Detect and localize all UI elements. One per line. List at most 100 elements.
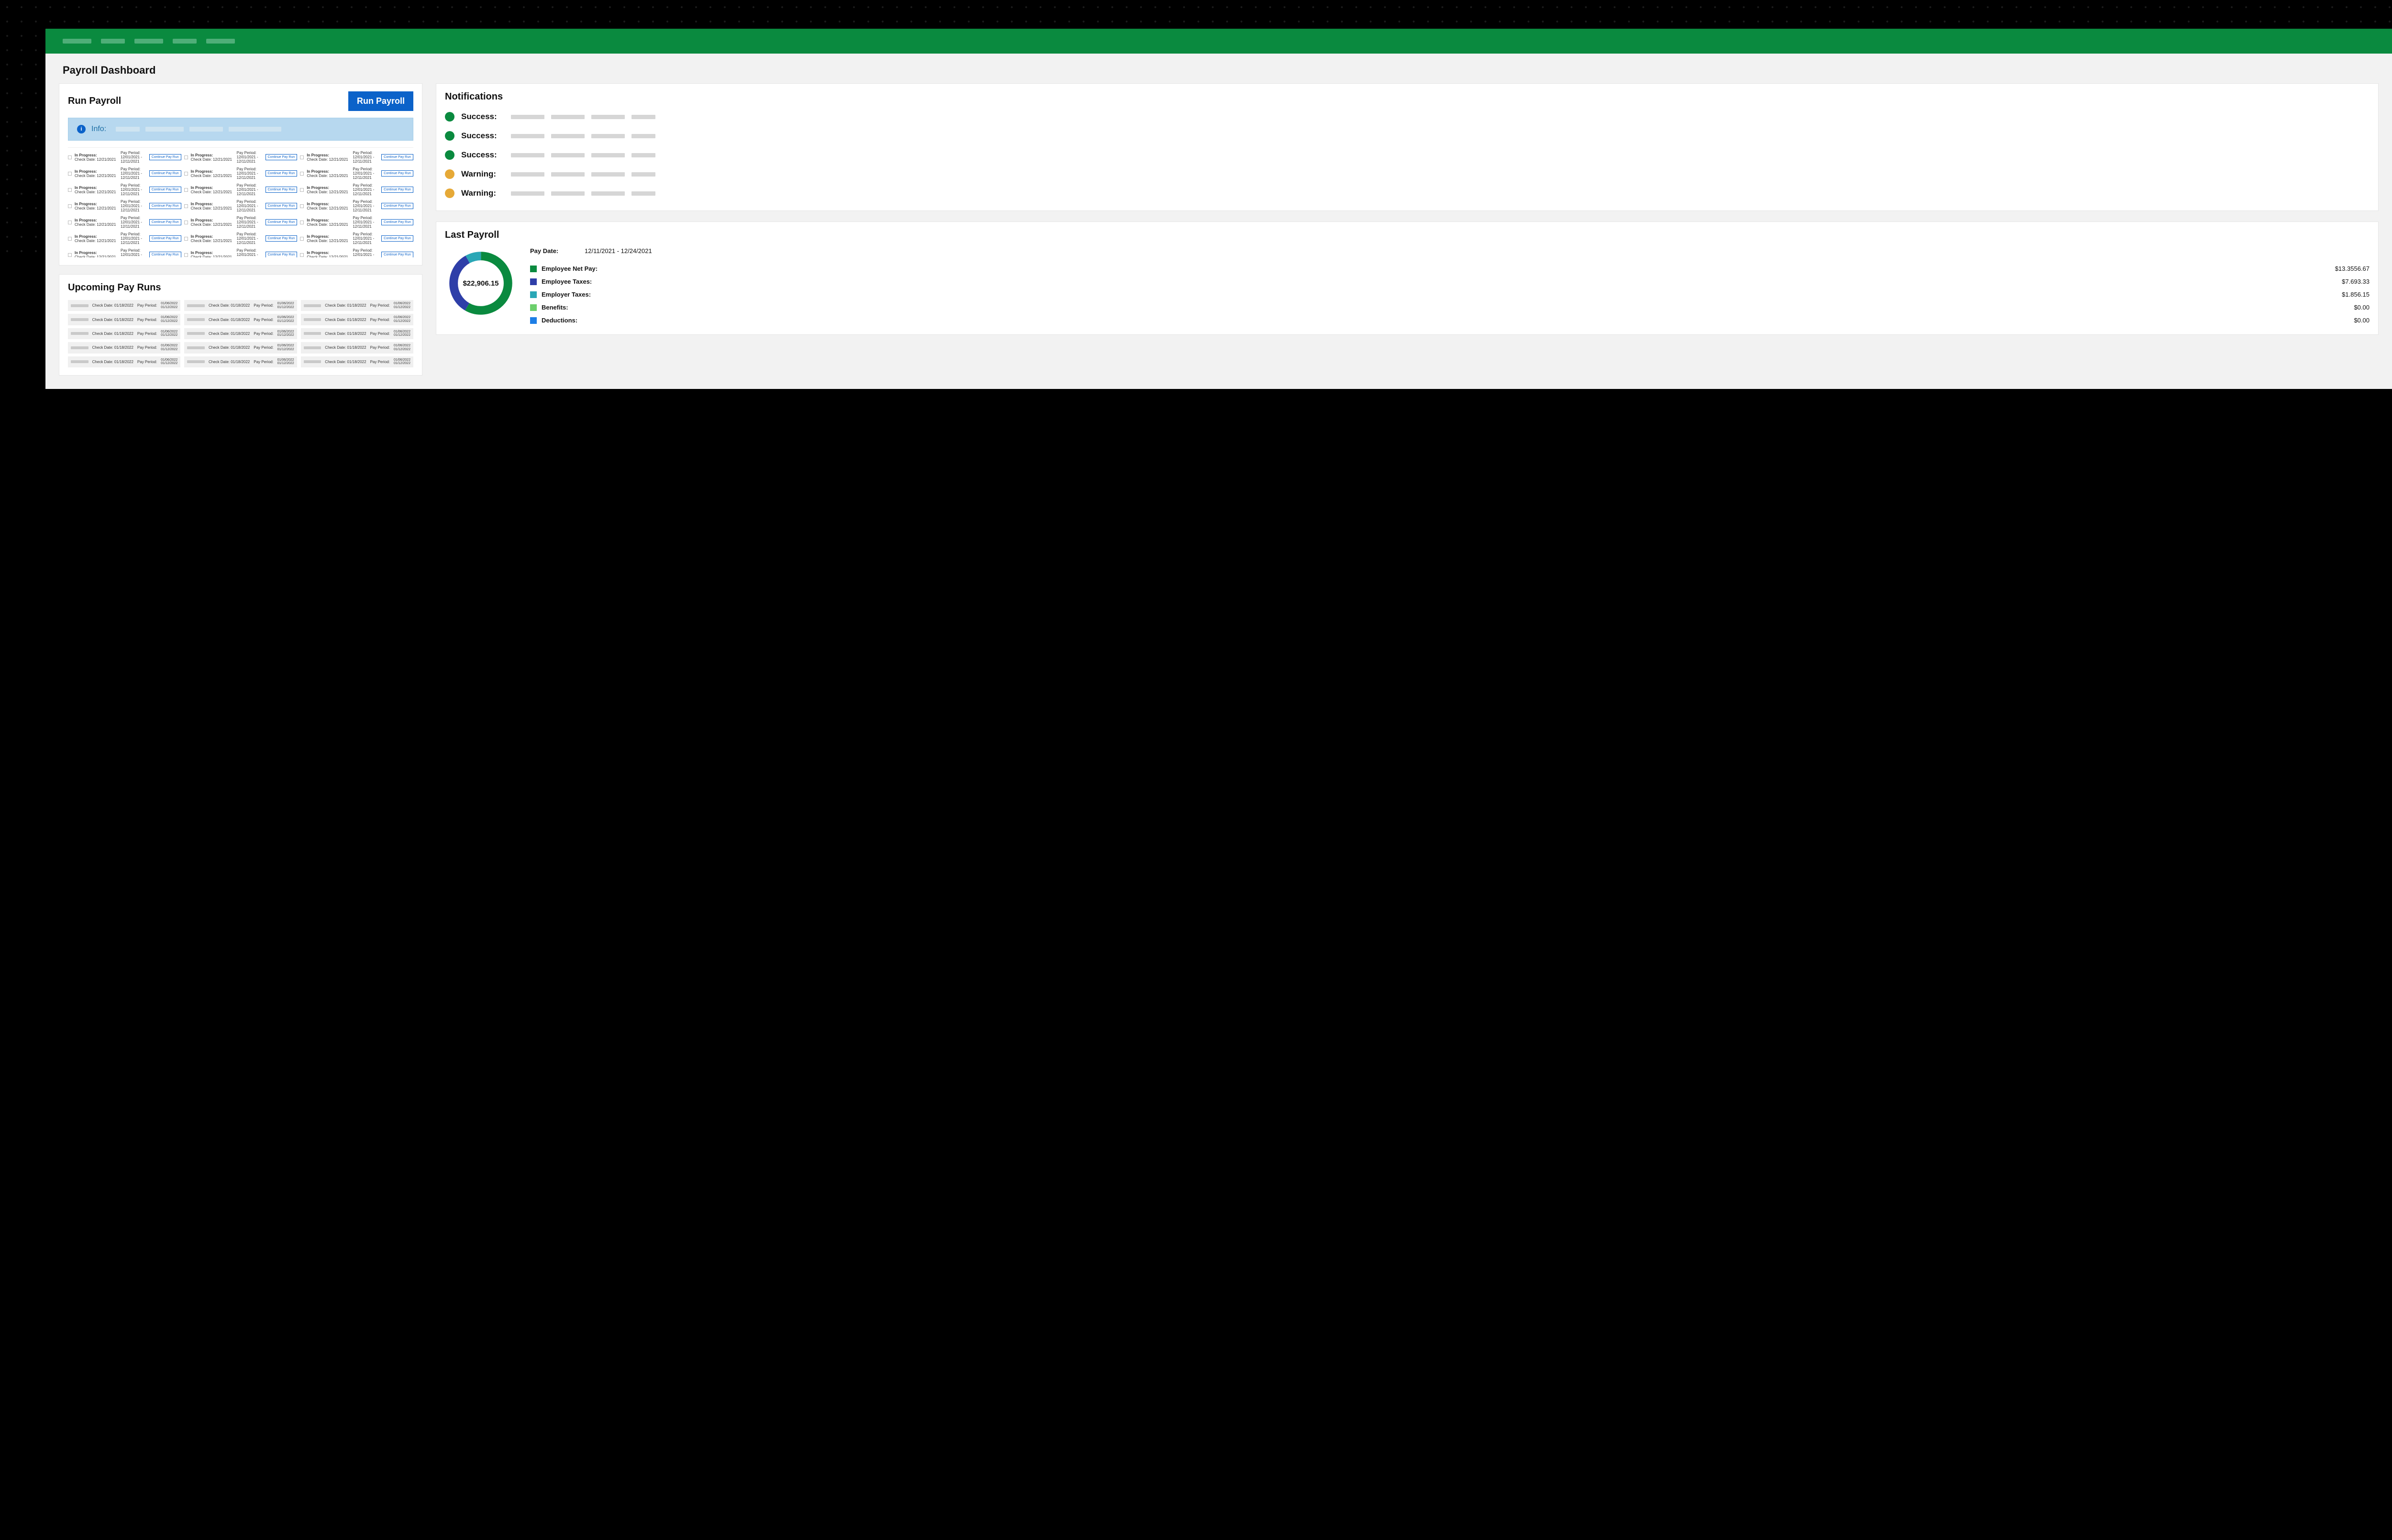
in-progress-row: In Progress:Check Date: 12/21/2021Pay Pe… (300, 231, 413, 246)
continue-pay-run-button[interactable]: Continue Pay Run (149, 235, 181, 242)
continue-pay-run-button[interactable]: Continue Pay Run (381, 235, 413, 242)
stub (71, 332, 89, 335)
checkbox[interactable] (300, 221, 304, 224)
legend-swatch (530, 278, 537, 285)
in-progress-row: In Progress:Check Date: 12/21/2021Pay Pe… (68, 182, 181, 197)
checkbox[interactable] (68, 204, 72, 208)
upcoming-row[interactable]: Check Date: 01/18/2022Pay Period:01/06/2… (301, 356, 413, 367)
upcoming-row[interactable]: Check Date: 01/18/2022Pay Period:01/06/2… (68, 314, 180, 325)
legend-value: $0.00 (2326, 317, 2370, 324)
upcoming-row[interactable]: Check Date: 01/18/2022Pay Period:01/06/2… (301, 314, 413, 325)
continue-pay-run-button[interactable]: Continue Pay Run (266, 219, 298, 225)
continue-pay-run-button[interactable]: Continue Pay Run (381, 203, 413, 209)
upcoming-row[interactable]: Check Date: 01/18/2022Pay Period:01/06/2… (68, 342, 180, 353)
pay-period-label: Pay Period: (254, 318, 273, 322)
checkbox[interactable] (184, 237, 188, 241)
continue-pay-run-button[interactable]: Continue Pay Run (149, 154, 181, 160)
notification-row[interactable]: Success: (445, 107, 2370, 126)
upcoming-row[interactable]: Check Date: 01/18/2022Pay Period:01/06/2… (184, 300, 297, 311)
notification-row[interactable]: Success: (445, 145, 2370, 165)
legend-name: Benefits: (542, 304, 2322, 311)
pay-period-dates: 01/06/202201/12/2022 (161, 344, 177, 351)
status-text: In Progress:Check Date: 12/21/2021 (191, 202, 234, 211)
status-text: In Progress:Check Date: 12/21/2021 (191, 169, 234, 178)
checkbox[interactable] (300, 172, 304, 176)
nav-item[interactable] (173, 39, 197, 44)
notification-row[interactable]: Warning: (445, 184, 2370, 203)
checkbox[interactable] (184, 221, 188, 224)
checkbox[interactable] (68, 172, 72, 176)
checkbox[interactable] (184, 155, 188, 159)
checkbox[interactable] (68, 237, 72, 241)
in-progress-row: In Progress:Check Date: 12/21/2021Pay Pe… (68, 247, 181, 257)
checkbox[interactable] (68, 188, 72, 192)
pay-period-text: Pay Period: 12/01/2021 - 12/11/2021 (121, 216, 146, 229)
stub (304, 332, 321, 335)
continue-pay-run-button[interactable]: Continue Pay Run (381, 187, 413, 193)
upcoming-row[interactable]: Check Date: 01/18/2022Pay Period:01/06/2… (68, 328, 180, 339)
in-progress-row: In Progress:Check Date: 12/21/2021Pay Pe… (300, 215, 413, 230)
checkbox[interactable] (300, 253, 304, 257)
continue-pay-run-button[interactable]: Continue Pay Run (266, 170, 298, 177)
upcoming-row[interactable]: Check Date: 01/18/2022Pay Period:01/06/2… (301, 300, 413, 311)
upcoming-row[interactable]: Check Date: 01/18/2022Pay Period:01/06/2… (301, 342, 413, 353)
pay-period-label: Pay Period: (137, 345, 157, 350)
continue-pay-run-button[interactable]: Continue Pay Run (266, 252, 298, 257)
pay-period-text: Pay Period: 12/01/2021 - 12/11/2021 (237, 167, 263, 180)
checkbox[interactable] (300, 237, 304, 241)
upcoming-row[interactable]: Check Date: 01/18/2022Pay Period:01/06/2… (184, 342, 297, 353)
checkbox[interactable] (184, 204, 188, 208)
upcoming-row[interactable]: Check Date: 01/18/2022Pay Period:01/06/2… (301, 328, 413, 339)
checkbox[interactable] (68, 253, 72, 257)
run-payroll-button[interactable]: Run Payroll (348, 91, 413, 111)
continue-pay-run-button[interactable]: Continue Pay Run (149, 219, 181, 225)
upcoming-row[interactable]: Check Date: 01/18/2022Pay Period:01/06/2… (68, 356, 180, 367)
continue-pay-run-button[interactable]: Continue Pay Run (149, 170, 181, 177)
notification-row[interactable]: Warning: (445, 165, 2370, 184)
nav-item[interactable] (101, 39, 125, 44)
continue-pay-run-button[interactable]: Continue Pay Run (266, 154, 298, 160)
pay-period-label: Pay Period: (137, 318, 157, 322)
content: Run Payroll Run Payroll i Info: In Progr… (45, 83, 2392, 389)
pay-period-text: Pay Period: 12/01/2021 - 12/11/2021 (121, 199, 146, 212)
checkbox[interactable] (68, 155, 72, 159)
continue-pay-run-button[interactable]: Continue Pay Run (149, 203, 181, 209)
status-text: In Progress:Check Date: 12/21/2021 (75, 153, 118, 162)
continue-pay-run-button[interactable]: Continue Pay Run (266, 235, 298, 242)
checkbox[interactable] (184, 188, 188, 192)
nav-item[interactable] (134, 39, 163, 44)
continue-pay-run-button[interactable]: Continue Pay Run (381, 219, 413, 225)
pay-period-dates: 01/06/202201/12/2022 (161, 358, 177, 366)
status-text: In Progress:Check Date: 12/21/2021 (75, 186, 118, 194)
in-progress-row: In Progress:Check Date: 12/21/2021Pay Pe… (184, 199, 298, 213)
continue-pay-run-button[interactable]: Continue Pay Run (266, 203, 298, 209)
continue-pay-run-button[interactable]: Continue Pay Run (381, 154, 413, 160)
continue-pay-run-button[interactable]: Continue Pay Run (266, 187, 298, 193)
legend-name: Employee Taxes: (542, 278, 2322, 285)
upcoming-row[interactable]: Check Date: 01/18/2022Pay Period:01/06/2… (184, 314, 297, 325)
continue-pay-run-button[interactable]: Continue Pay Run (149, 252, 181, 257)
continue-pay-run-button[interactable]: Continue Pay Run (381, 170, 413, 177)
upcoming-row[interactable]: Check Date: 01/18/2022Pay Period:01/06/2… (68, 300, 180, 311)
notification-row[interactable]: Success: (445, 126, 2370, 145)
checkbox[interactable] (184, 172, 188, 176)
nav-item[interactable] (63, 39, 91, 44)
checkbox[interactable] (184, 253, 188, 257)
last-payroll-body: $22,906.15 Pay Date: 12/11/2021 - 12/24/… (445, 247, 2370, 327)
pay-period-text: Pay Period: 12/01/2021 - 12/11/2021 (121, 248, 146, 257)
checkbox[interactable] (300, 155, 304, 159)
status-text: In Progress:Check Date: 12/21/2021 (307, 169, 350, 178)
legend-swatch (530, 304, 537, 311)
checkbox[interactable] (300, 188, 304, 192)
continue-pay-run-button[interactable]: Continue Pay Run (149, 187, 181, 193)
legend-swatch (530, 291, 537, 298)
nav-item[interactable] (206, 39, 235, 44)
in-progress-row: In Progress:Check Date: 12/21/2021Pay Pe… (184, 166, 298, 181)
checkbox[interactable] (300, 204, 304, 208)
continue-pay-run-button[interactable]: Continue Pay Run (381, 252, 413, 257)
in-progress-list[interactable]: In Progress:Check Date: 12/21/2021Pay Pe… (68, 147, 413, 257)
notifications-list: Success:Success:Success:Warning:Warning: (445, 107, 2370, 203)
upcoming-row[interactable]: Check Date: 01/18/2022Pay Period:01/06/2… (184, 356, 297, 367)
checkbox[interactable] (68, 221, 72, 224)
upcoming-row[interactable]: Check Date: 01/18/2022Pay Period:01/06/2… (184, 328, 297, 339)
